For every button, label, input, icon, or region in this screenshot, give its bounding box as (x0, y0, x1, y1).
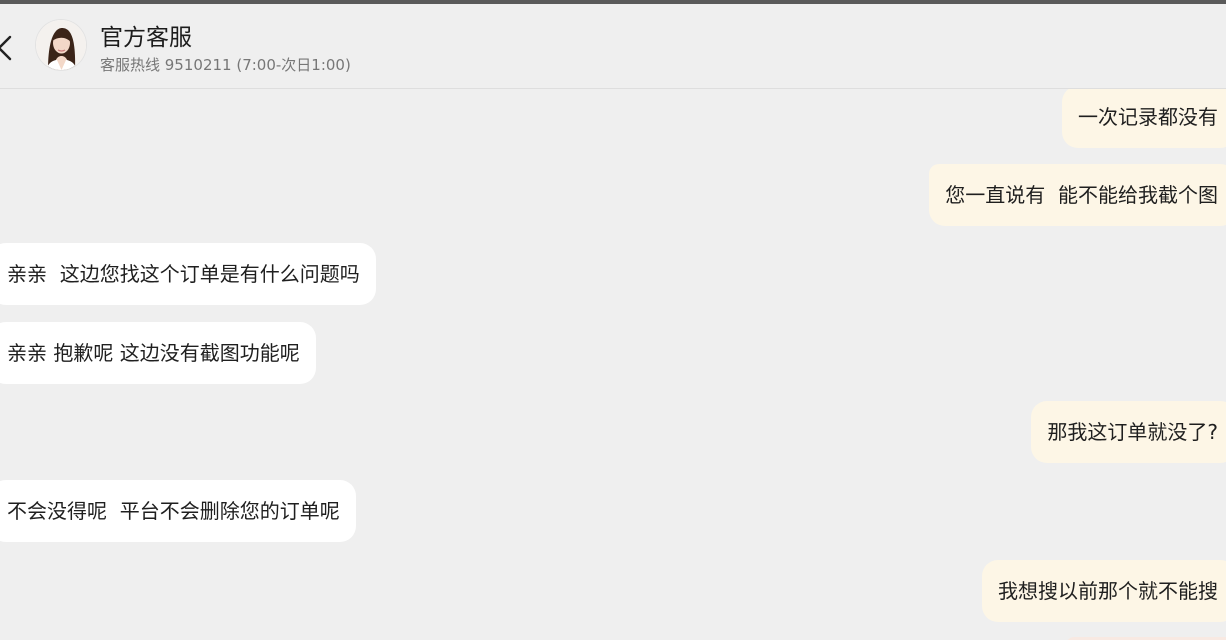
message-bubble-outgoing[interactable]: 您一直说有 能不能给我截个图 (929, 164, 1226, 226)
chat-header: 官方客服 客服热线 9510211 (7:00-次日1:00) (0, 4, 1226, 89)
message-bubble-outgoing[interactable]: 那我这订单就没了? (1031, 401, 1226, 463)
message-bubble-incoming[interactable]: 亲亲 这边您找这个订单是有什么问题吗 (0, 243, 376, 305)
chevron-left-icon (0, 35, 12, 61)
chat-title: 官方客服 (100, 25, 192, 51)
message-bubble-outgoing[interactable]: 一次记录都没有 (1062, 89, 1226, 148)
hotline-info: 客服热线 9510211 (7:00-次日1:00) (100, 56, 351, 74)
agent-portrait-icon (36, 20, 86, 70)
message-list[interactable]: 一次记录都没有 您一直说有 能不能给我截个图 亲亲 这边您找这个订单是有什么问题… (0, 89, 1226, 640)
message-bubble-incoming[interactable]: 亲亲 抱歉呢 这边没有截图功能呢 (0, 322, 316, 384)
agent-avatar[interactable] (36, 20, 86, 70)
message-bubble-incoming[interactable]: 不会没得呢 平台不会删除您的订单呢 (0, 480, 356, 542)
message-bubble-outgoing[interactable]: 我想搜以前那个就不能搜 (982, 560, 1226, 622)
back-button[interactable] (0, 34, 16, 62)
